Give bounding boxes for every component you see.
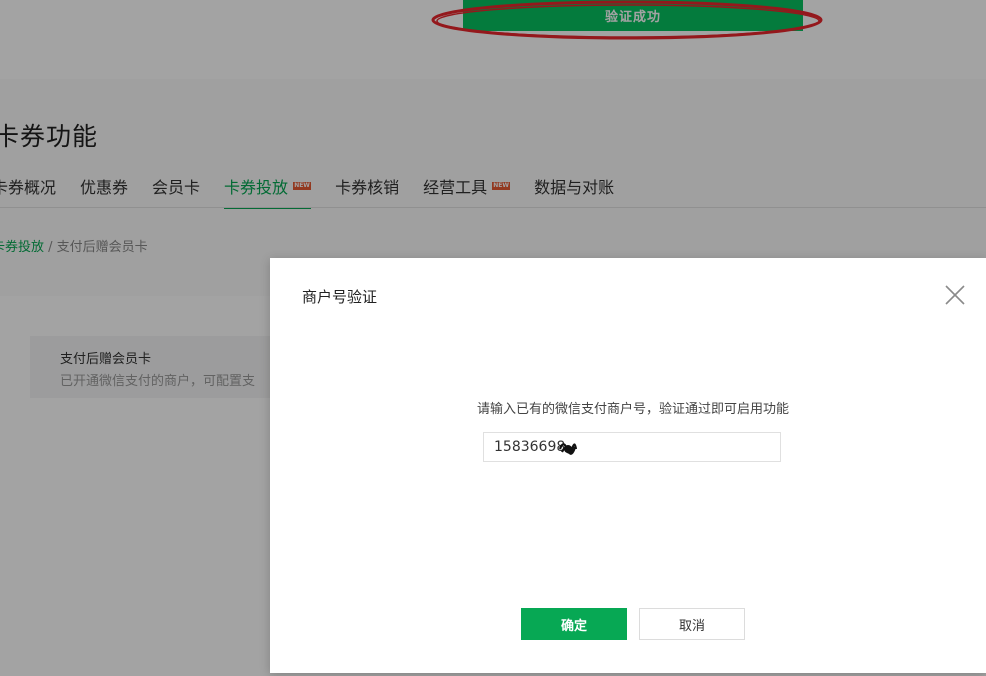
cancel-button[interactable]: 取消 — [639, 608, 745, 640]
merchant-verification-dialog: 商户号验证 请输入已有的微信支付商户号，验证通过即可启用功能 确定 取消 — [270, 258, 986, 673]
close-icon[interactable] — [944, 284, 966, 306]
dialog-hint-text: 请输入已有的微信支付商户号，验证通过即可启用功能 — [476, 402, 789, 417]
dialog-title: 商户号验证 — [302, 288, 378, 306]
merchant-id-input[interactable] — [483, 432, 781, 462]
confirm-button[interactable]: 确定 — [521, 608, 627, 640]
